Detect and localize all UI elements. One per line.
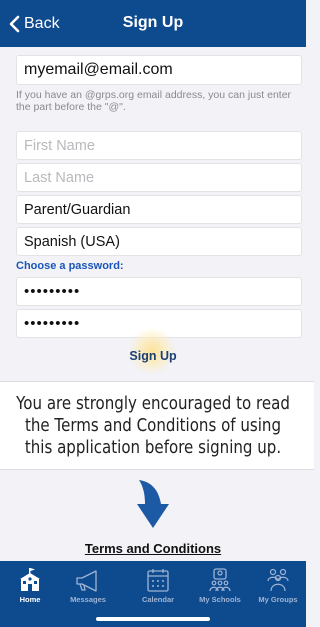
callout-text: You are strongly encouraged to read the … (16, 393, 290, 458)
group-icon (267, 568, 289, 592)
tab-my-schools-label: My Schools (199, 595, 241, 604)
role-select[interactable]: Parent/Guardian (16, 195, 302, 224)
tab-calendar-label: Calendar (141, 595, 175, 604)
tab-home-label: Home (19, 595, 41, 604)
tab-my-groups-label: My Groups (258, 595, 298, 604)
first-name-field[interactable]: First Name (16, 131, 302, 160)
people-icon (209, 568, 231, 592)
home-indicator (96, 617, 210, 621)
sign-up-button[interactable]: Sign Up (0, 349, 306, 363)
school-house-icon (20, 568, 40, 591)
tab-messages[interactable]: Messages (60, 567, 116, 604)
tab-my-schools[interactable]: My Schools (192, 567, 248, 604)
terms-link[interactable]: Terms and Conditions (85, 541, 221, 556)
arrow-down-icon (137, 480, 169, 528)
navigation-bar: Back Sign Up (0, 0, 306, 47)
terms-link-row: Terms and Conditions (0, 540, 306, 558)
megaphone-icon (76, 570, 97, 592)
email-hint: If you have an @grps.org email address, … (16, 89, 292, 113)
tab-messages-label: Messages (70, 595, 106, 604)
password-label: Choose a password: (16, 260, 124, 272)
calendar-icon (147, 569, 169, 592)
email-field[interactable]: myemail@email.com (16, 55, 302, 85)
language-select[interactable]: Spanish (USA) (16, 227, 302, 256)
tab-calendar[interactable]: Calendar (130, 567, 186, 604)
tab-bar: Home Messages Calendar My Schools My Gro… (0, 561, 306, 627)
tab-home[interactable]: Home (2, 567, 58, 604)
terms-callout: You are strongly encouraged to read the … (0, 381, 314, 470)
password-dots: ••••••••• (24, 283, 81, 300)
tab-my-groups[interactable]: My Groups (250, 567, 306, 604)
password-field[interactable]: ••••••••• (16, 277, 302, 306)
page-title: Sign Up (122, 14, 184, 31)
confirm-password-dots: ••••••••• (24, 315, 81, 332)
last-name-field[interactable]: Last Name (16, 163, 302, 192)
